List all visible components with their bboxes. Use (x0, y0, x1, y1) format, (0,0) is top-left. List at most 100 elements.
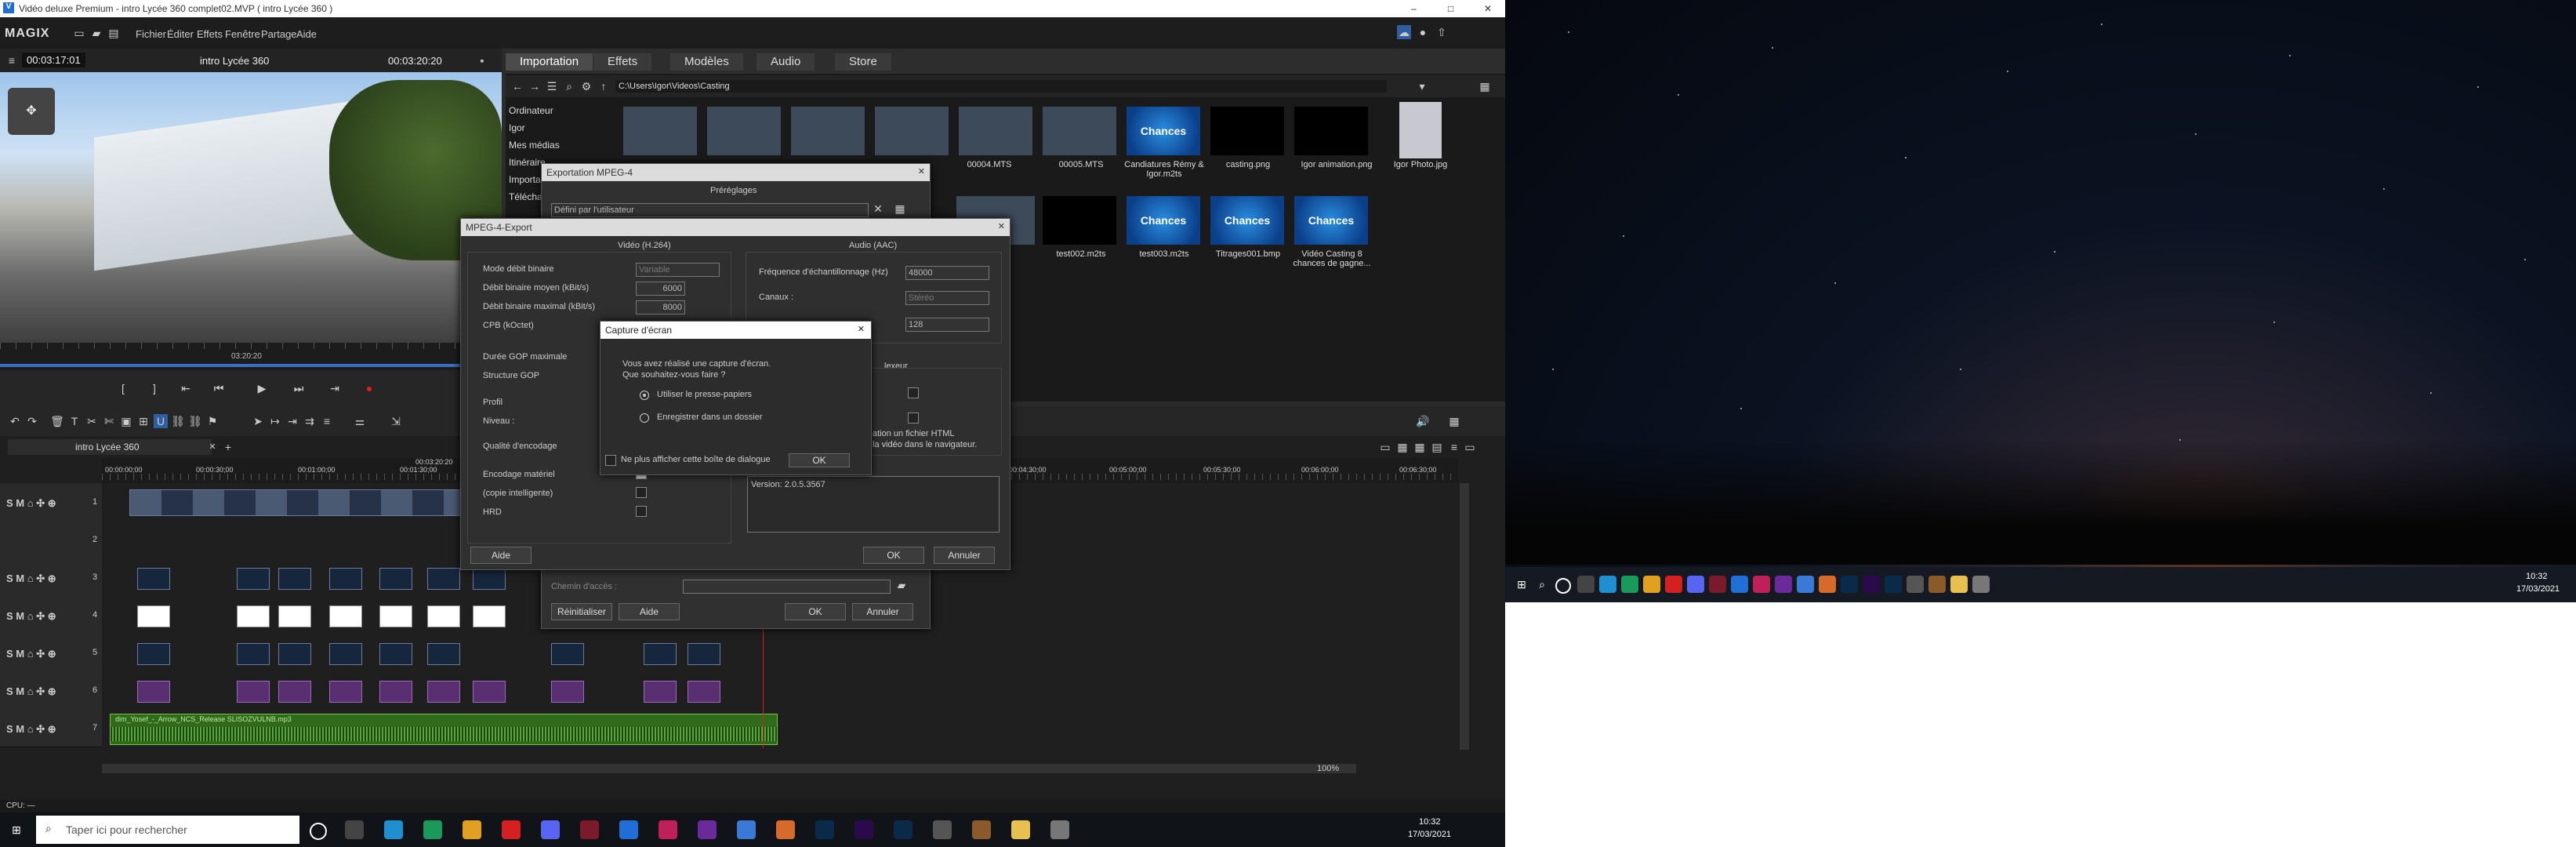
track-header[interactable]: S M ⌂ ✣ ⊕ 5 (0, 634, 102, 672)
360-navigation-icon[interactable]: ✥ (8, 88, 55, 135)
video-clip[interactable] (129, 489, 468, 516)
next-marker-icon[interactable]: ⇥ (328, 381, 342, 395)
close-icon[interactable]: ✕ (918, 166, 925, 176)
app-icon[interactable] (1775, 576, 1792, 593)
tab-modeles[interactable]: Modèles (670, 53, 743, 71)
app-icon[interactable] (1621, 576, 1638, 593)
horizontal-scrollbar[interactable] (102, 764, 1356, 773)
link-icon[interactable]: ⛓ (171, 414, 185, 428)
app-icon[interactable] (776, 820, 795, 839)
media-thumb[interactable]: Chances (1294, 196, 1368, 245)
prev-marker-icon[interactable]: ⇤ (179, 381, 193, 395)
app-icon[interactable] (1709, 576, 1726, 593)
photoshop-icon[interactable] (1841, 576, 1858, 593)
cancel-button[interactable]: Annuler (852, 603, 913, 620)
task-view-icon[interactable] (1577, 576, 1595, 593)
mode2-icon[interactable]: ⇥ (285, 414, 299, 428)
video-clip[interactable] (551, 643, 584, 665)
menu-effets[interactable]: Effets (197, 28, 223, 40)
chapter-icon[interactable]: ⚑ (205, 414, 220, 428)
cancel-button[interactable]: Annuler (934, 547, 995, 564)
cortana-icon[interactable] (310, 823, 327, 840)
track-header[interactable]: S M ⌂ ✣ ⊕ 6 (0, 671, 102, 710)
video-clip[interactable] (278, 643, 311, 665)
magix-video-icon[interactable] (1731, 576, 1748, 593)
play-icon[interactable]: ▶ (255, 381, 269, 395)
video-clip[interactable] (329, 568, 362, 590)
video-clip[interactable] (137, 643, 170, 665)
magnet-icon[interactable]: U (154, 414, 168, 428)
mux-checkbox-1[interactable] (908, 387, 919, 398)
media-thumb[interactable] (1043, 196, 1116, 245)
media-thumb[interactable] (707, 107, 781, 155)
title-clip[interactable] (473, 605, 506, 627)
media-thumb[interactable] (791, 107, 865, 155)
close-icon[interactable]: ✕ (998, 221, 1005, 231)
media-thumb[interactable] (1043, 107, 1116, 155)
ok-button[interactable]: OK (863, 547, 924, 564)
prev-frame-icon[interactable]: ⏮ (212, 381, 226, 395)
file-explorer-icon[interactable] (1950, 576, 1968, 593)
media-thumb[interactable] (1294, 107, 1368, 155)
help-button[interactable]: Aide (470, 547, 532, 564)
video-clip[interactable] (379, 568, 412, 590)
windows-start-icon[interactable]: ⊞ (9, 823, 24, 837)
app-icon[interactable] (1972, 576, 1990, 593)
maximize-button[interactable]: □ (1434, 0, 1468, 17)
keyboard-icon[interactable]: ▦ (1447, 414, 1461, 428)
mode3-icon[interactable]: ⇉ (303, 414, 317, 428)
effect-clip[interactable] (329, 681, 362, 703)
avg-bitrate-input[interactable]: 6000 (636, 282, 685, 296)
effect-clip[interactable] (137, 681, 170, 703)
app-icon[interactable] (933, 820, 952, 839)
video-clip[interactable] (237, 643, 270, 665)
app-icon[interactable] (580, 820, 599, 839)
video-clip[interactable] (427, 568, 460, 590)
effect-clip[interactable] (427, 681, 460, 703)
smart-copy-checkbox[interactable] (636, 487, 647, 498)
mark-in-icon[interactable]: [ (116, 381, 130, 395)
layout-icon[interactable]: ▭ (1378, 440, 1392, 454)
track-header[interactable]: 2 (0, 521, 102, 559)
windows-start-icon[interactable]: ⊞ (1515, 577, 1529, 591)
cortana-icon[interactable] (1555, 578, 1571, 594)
effect-clip[interactable] (278, 681, 311, 703)
layout5-icon[interactable]: ≡ (1447, 440, 1461, 454)
taskbar-search[interactable]: ⌕ Taper ici pour rechercher (36, 816, 299, 844)
cloud-icon[interactable]: ☁ (1397, 25, 1411, 39)
chrome-icon[interactable] (463, 820, 481, 839)
max-bitrate-input[interactable]: 8000 (636, 300, 685, 314)
delete-icon[interactable]: 🗑 (50, 414, 64, 428)
chrome-icon[interactable] (1643, 576, 1660, 593)
menu-aide[interactable]: Aide (296, 28, 317, 40)
minimize-button[interactable]: – (1396, 0, 1431, 17)
app-icon[interactable] (1928, 576, 1946, 593)
open-folder-icon[interactable]: ▰ (89, 26, 103, 40)
preview-scrubber[interactable] (0, 364, 502, 367)
mux-checkbox-2[interactable] (908, 413, 919, 424)
effect-clip[interactable] (473, 681, 506, 703)
close-icon[interactable]: ✕ (858, 324, 865, 334)
app-icon[interactable] (1797, 576, 1814, 593)
path-input[interactable]: C:\Users\Igor\Videos\Casting (615, 80, 1387, 93)
app-icon[interactable] (698, 820, 717, 839)
effect-clip[interactable] (551, 681, 584, 703)
tab-importation[interactable]: Importation (506, 53, 593, 71)
title-clip[interactable] (278, 605, 311, 627)
magix-icon[interactable] (1753, 576, 1770, 593)
view-options-icon[interactable]: ▾ (1415, 79, 1429, 93)
video-clip[interactable] (473, 568, 506, 590)
track-header[interactable]: S M ⌂ ✣ ⊕ 1 (0, 483, 102, 522)
unlink-icon[interactable]: ⛓ (188, 414, 202, 428)
media-thumb[interactable] (959, 107, 1032, 155)
discord-icon[interactable] (1687, 576, 1704, 593)
magix-icon[interactable]: ● (1416, 25, 1430, 39)
radio-clipboard[interactable] (640, 391, 649, 400)
undo-icon[interactable]: ↶ (8, 414, 22, 428)
hamburger-icon[interactable]: ≡ (5, 53, 19, 67)
track-header[interactable]: S M ⌂ ✣ ⊕ 7 (0, 709, 102, 747)
search-icon[interactable]: ⌕ (1535, 577, 1549, 591)
preview-menu-icon[interactable]: ▪ (475, 53, 489, 67)
magix-video-icon[interactable] (619, 820, 638, 839)
forward-icon[interactable]: → (528, 79, 542, 93)
